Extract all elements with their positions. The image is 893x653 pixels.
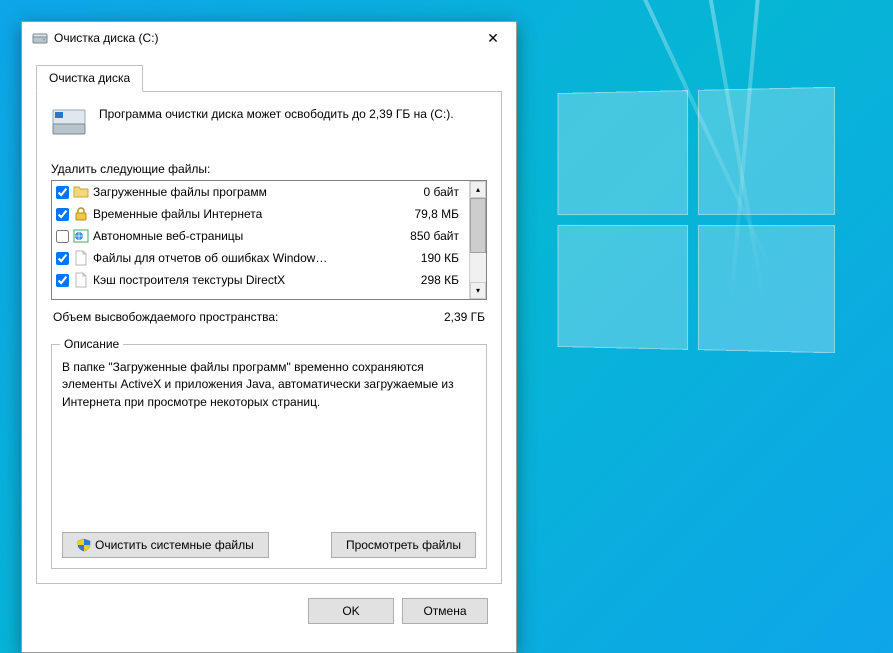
file-checkbox[interactable] [56, 230, 69, 243]
file-checkbox[interactable] [56, 186, 69, 199]
total-space-row: Объем высвобождаемого пространства: 2,39… [53, 310, 485, 324]
file-size: 298 КБ [395, 273, 465, 287]
file-size: 850 байт [395, 229, 465, 243]
clean-system-files-button[interactable]: Очистить системные файлы [62, 532, 269, 558]
file-icon [73, 272, 89, 288]
lock-icon [73, 206, 89, 222]
file-list-label: Удалить следующие файлы: [51, 162, 487, 176]
file-row[interactable]: Автономные веб-страницы 850 байт [52, 225, 469, 247]
file-row[interactable]: Кэш построителя текстуры DirectX 298 КБ [52, 269, 469, 291]
total-label: Объем высвобождаемого пространства: [53, 310, 278, 324]
dialog-footer: OK Отмена [36, 584, 502, 638]
file-size: 190 КБ [395, 251, 465, 265]
globe-icon [73, 228, 89, 244]
intro-section: Программа очистки диска может освободить… [51, 106, 487, 138]
disk-cleanup-dialog: Очистка диска (C:) ✕ Очистка диска Прогр… [21, 21, 517, 653]
window-title: Очистка диска (C:) [54, 31, 159, 45]
file-list: Загруженные файлы программ 0 байт Временны… [51, 180, 487, 300]
file-row[interactable]: Файлы для отчетов об ошибках Window… 190 … [52, 247, 469, 269]
file-checkbox[interactable] [56, 208, 69, 221]
file-size: 79,8 МБ [395, 207, 465, 221]
shield-icon [77, 538, 91, 552]
disk-cleanup-icon [32, 30, 48, 46]
intro-text: Программа очистки диска может освободить… [99, 106, 454, 138]
action-button-row: Очистить системные файлы Просмотреть фай… [62, 532, 476, 558]
file-row[interactable]: Временные файлы Интернета 79,8 МБ [52, 203, 469, 225]
drive-icon [51, 106, 87, 138]
view-files-label: Просмотреть файлы [346, 538, 461, 552]
titlebar[interactable]: Очистка диска (C:) ✕ [22, 22, 516, 54]
scrollbar[interactable]: ▴ ▾ [469, 181, 486, 299]
tab-strip: Очистка диска [36, 64, 502, 92]
scroll-track[interactable] [470, 253, 486, 282]
folder-icon [73, 184, 89, 200]
windows-logo [558, 87, 835, 353]
total-value: 2,39 ГБ [444, 310, 485, 324]
clean-system-files-label: Очистить системные файлы [95, 538, 254, 552]
view-files-button[interactable]: Просмотреть файлы [331, 532, 476, 558]
scroll-up-button[interactable]: ▴ [470, 181, 486, 198]
file-name: Файлы для отчетов об ошибках Window… [93, 251, 391, 265]
file-checkbox[interactable] [56, 252, 69, 265]
file-icon [73, 250, 89, 266]
description-text: В папке "Загруженные файлы программ" вре… [62, 359, 476, 411]
file-row[interactable]: Загруженные файлы программ 0 байт [52, 181, 469, 203]
description-group: Описание В папке "Загруженные файлы прог… [51, 344, 487, 569]
file-name: Кэш построителя текстуры DirectX [93, 273, 391, 287]
scroll-down-button[interactable]: ▾ [470, 282, 486, 299]
tab-cleanup[interactable]: Очистка диска [36, 65, 143, 92]
cancel-button[interactable]: Отмена [402, 598, 488, 624]
close-icon: ✕ [487, 31, 499, 45]
file-size: 0 байт [395, 185, 465, 199]
description-title: Описание [60, 337, 123, 351]
dialog-body: Очистка диска Программа очистки диска мо… [22, 54, 516, 652]
close-button[interactable]: ✕ [470, 22, 516, 54]
file-name: Автономные веб-страницы [93, 229, 391, 243]
ok-button[interactable]: OK [308, 598, 394, 624]
file-name: Временные файлы Интернета [93, 207, 391, 221]
scroll-thumb[interactable] [470, 198, 486, 253]
tab-content: Программа очистки диска может освободить… [36, 92, 502, 584]
file-name: Загруженные файлы программ [93, 185, 391, 199]
file-checkbox[interactable] [56, 274, 69, 287]
